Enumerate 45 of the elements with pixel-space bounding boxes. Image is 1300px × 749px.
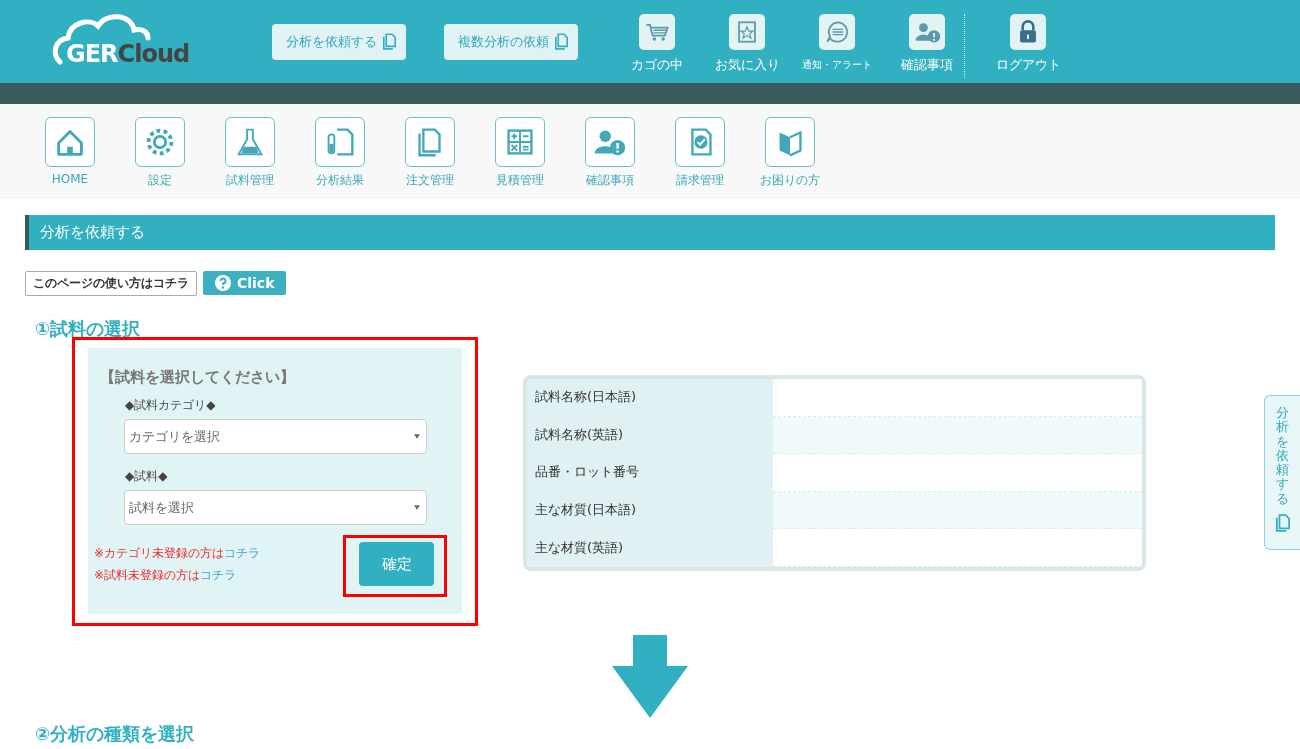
logo[interactable]: GERCloud	[52, 11, 202, 72]
caret-icon	[414, 505, 420, 510]
row-label: 主な材質(英語)	[527, 529, 773, 567]
help-label: このページの使い方はコチラ	[25, 270, 197, 296]
nav-item[interactable]: 注文管理	[385, 117, 475, 197]
down-arrow-icon	[612, 635, 688, 718]
documents-icon	[1275, 514, 1290, 533]
nav-item[interactable]: 確認事項	[565, 117, 655, 197]
nav-item[interactable]: お困りの方	[745, 117, 835, 197]
select-field[interactable]: 試料を選択	[124, 490, 427, 525]
help-button[interactable]: Click	[203, 271, 287, 295]
question-icon	[215, 275, 231, 291]
header-menu-item[interactable]: カゴの中	[612, 13, 702, 74]
request-button[interactable]: 複数分析の依頼	[444, 23, 578, 60]
panel-title: 【試料を選択してください】	[100, 368, 296, 387]
caret-icon	[414, 434, 420, 439]
nav-item[interactable]: 請求管理	[655, 117, 745, 197]
registration-note: ※カテゴリ未登録の方は コチラ	[94, 545, 261, 562]
row-label: 主な材質(日本語)	[527, 491, 773, 530]
field-label: ◆試料カテゴリ◆	[125, 397, 217, 414]
link[interactable]: コチラ	[200, 568, 237, 582]
nav-item[interactable]: 分析結果	[295, 117, 385, 197]
side-request-tab[interactable]: 分析を依頼する	[1264, 395, 1300, 550]
page-title-bar: 分析を依頼する	[25, 215, 1275, 250]
header-menu-item[interactable]: 通知・アラート	[792, 13, 882, 74]
documents-icon	[555, 33, 568, 50]
nav-item[interactable]: 試料管理	[205, 117, 295, 197]
header-menu-item[interactable]: 確認事項	[882, 13, 972, 74]
step-heading: ②分析の種類を選択	[35, 724, 196, 744]
field-label: ◆試料◆	[125, 468, 169, 485]
link[interactable]: コチラ	[224, 546, 261, 560]
select-field[interactable]: カテゴリを選択	[124, 419, 427, 454]
documents-icon	[383, 33, 396, 50]
confirm-button[interactable]: 確定	[359, 542, 434, 586]
header-menu-item[interactable]: お気に入り	[702, 13, 792, 74]
row-label: 品番・ロット番号	[527, 454, 773, 492]
nav-item[interactable]: HOME	[25, 117, 115, 197]
row-label: 試料名称(日本語)	[527, 379, 773, 417]
request-button[interactable]: 分析を依頼する	[272, 23, 406, 60]
registration-note: ※試料未登録の方は コチラ	[94, 567, 238, 584]
logout-button[interactable]: ログアウト	[983, 13, 1073, 74]
nav-item[interactable]: 見積管理	[475, 117, 565, 197]
row-label: 試料名称(英語)	[527, 416, 773, 455]
nav-item[interactable]: 設定	[115, 117, 205, 197]
step-heading: ①試料の選択	[35, 319, 142, 339]
